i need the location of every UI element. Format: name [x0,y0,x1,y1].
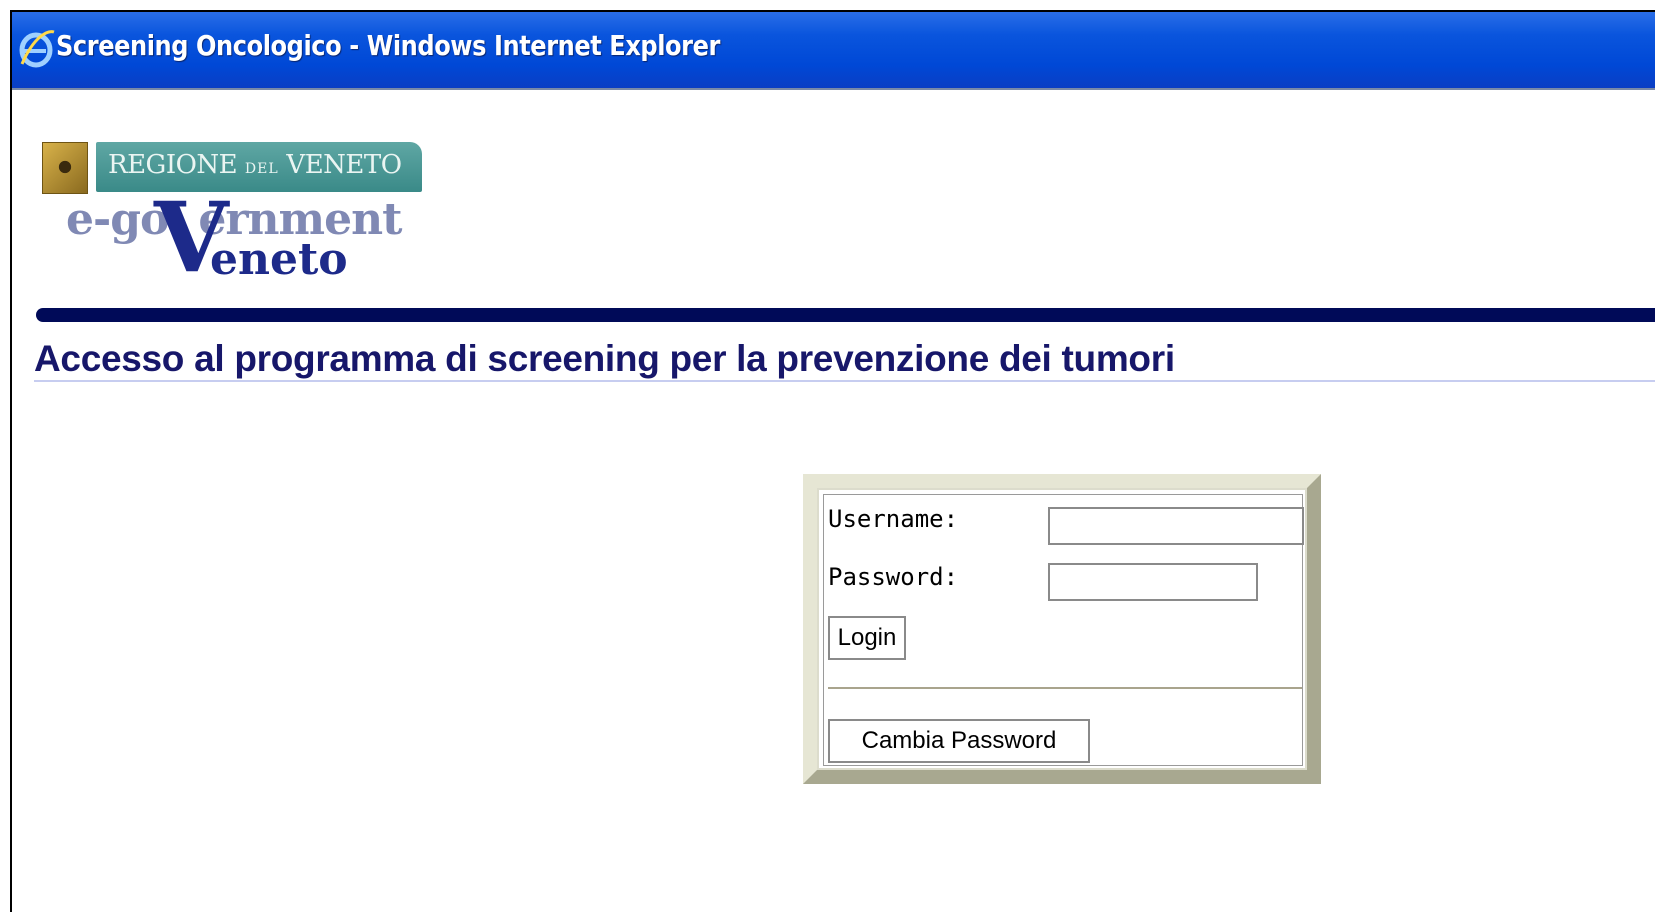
heading-underline [34,380,1655,382]
ie-icon [19,30,55,68]
username-input[interactable] [1048,507,1304,545]
form-separator [828,687,1302,689]
password-label: Password: [828,563,959,591]
window-title: Screening Oncologico - Windows Internet … [56,29,720,62]
change-password-button[interactable]: Cambia Password [828,719,1090,763]
login-panel-inner: Username: Password: Login Cambia Passwor… [817,488,1307,770]
title-bar-edge [12,88,1655,90]
title-bar[interactable]: Screening Oncologico - Windows Internet … [12,12,1655,88]
browser-window: Screening Oncologico - Windows Internet … [10,10,1655,912]
crest-icon [42,142,88,194]
region-banner-text: REGIONE DEL VENETO [108,150,402,180]
login-button[interactable]: Login [828,616,906,660]
login-form: Username: Password: Login Cambia Passwor… [823,494,1304,766]
username-label: Username: [828,505,959,533]
regione-veneto-logo: REGIONE DEL VENETO e-go ernment V eneto [42,132,462,292]
logo-veneto-text: eneto [210,234,348,285]
login-panel: Username: Password: Login Cambia Passwor… [803,474,1321,784]
page-title: Accesso al programma di screening per la… [34,338,1175,379]
header-divider [36,308,1655,322]
password-input[interactable] [1048,563,1258,601]
